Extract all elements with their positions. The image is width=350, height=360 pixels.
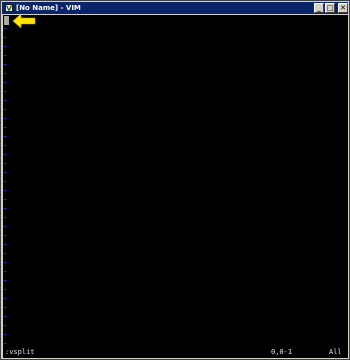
tilde-marker: ~ (3, 97, 8, 105)
window-title: [No Name] - VIM (16, 4, 81, 12)
tilde-marker: ~ (3, 160, 8, 168)
tilde-marker: ~ (3, 70, 8, 78)
tilde-marker: ~ (3, 115, 8, 123)
tilde-marker: ~ (3, 169, 8, 177)
tilde-marker: ~ (3, 232, 8, 240)
tilde-marker: ~ (3, 106, 8, 114)
tilde-marker: ~ (3, 52, 8, 60)
command-text: :vsplit (5, 348, 35, 356)
tilde-marker: ~ (3, 25, 8, 33)
tilde-marker: ~ (3, 223, 8, 231)
tilde-marker: ~ (3, 313, 8, 321)
tilde-marker: ~ (3, 304, 8, 312)
tilde-marker: ~ (3, 151, 8, 159)
tilde-marker: ~ (3, 277, 8, 285)
maximize-button[interactable]: □ (325, 3, 335, 13)
command-line[interactable]: :vsplit 0,0-1 All (3, 347, 348, 358)
tilde-marker: ~ (3, 79, 8, 87)
tilde-marker: ~ (3, 259, 8, 267)
close-button[interactable]: ✕ (338, 3, 348, 13)
tilde-marker: ~ (3, 295, 8, 303)
yellow-arrow-icon (12, 15, 36, 28)
tilde-marker: ~ (3, 43, 8, 51)
tilde-marker: ~ (3, 142, 8, 150)
tilde-marker: ~ (3, 133, 8, 141)
tilde-marker: ~ (3, 214, 8, 222)
editor-area[interactable]: ~ ~ ~ ~ ~ ~ ~ ~ ~ ~ ~ ~ ~ ~ ~ ~ ~ ~ ~ ~ ~ ~ ~ ~ ~ ~ ~ ~ ~ ~ ~ ~ ~ ~ ~ ~ :vs… (3, 15, 348, 358)
tilde-marker: ~ (3, 61, 8, 69)
tilde-marker: ~ (3, 331, 8, 339)
tilde-marker: ~ (3, 205, 8, 213)
tilde-marker: ~ (3, 187, 8, 195)
empty-line-markers: ~ ~ ~ ~ ~ ~ ~ ~ ~ ~ ~ ~ ~ ~ ~ ~ ~ ~ ~ ~ ~ ~ ~ ~ ~ ~ ~ ~ ~ ~ ~ ~ ~ ~ ~ ~ (3, 25, 11, 349)
tilde-marker: ~ (3, 268, 8, 276)
title-bar[interactable]: [No Name] - VIM _ □ ✕ (2, 2, 348, 14)
tilde-marker: ~ (3, 88, 8, 96)
vim-icon[interactable] (5, 4, 13, 12)
tilde-marker: ~ (3, 241, 8, 249)
minimize-button[interactable]: _ (314, 3, 324, 13)
scroll-indicator: All (329, 348, 342, 356)
tilde-marker: ~ (3, 124, 8, 132)
tilde-marker: ~ (3, 178, 8, 186)
tilde-marker: ~ (3, 322, 8, 330)
cursor-position: 0,0-1 (271, 348, 293, 356)
tilde-marker: ~ (3, 286, 8, 294)
tilde-marker: ~ (3, 34, 8, 42)
vim-window: [No Name] - VIM _ □ ✕ ~ ~ ~ ~ ~ ~ ~ ~ ~ ~ ~ ~ ~ ~ ~ ~ ~ ~… (0, 0, 350, 360)
tilde-marker: ~ (3, 196, 8, 204)
text-cursor (4, 16, 9, 25)
tilde-marker: ~ (3, 250, 8, 258)
